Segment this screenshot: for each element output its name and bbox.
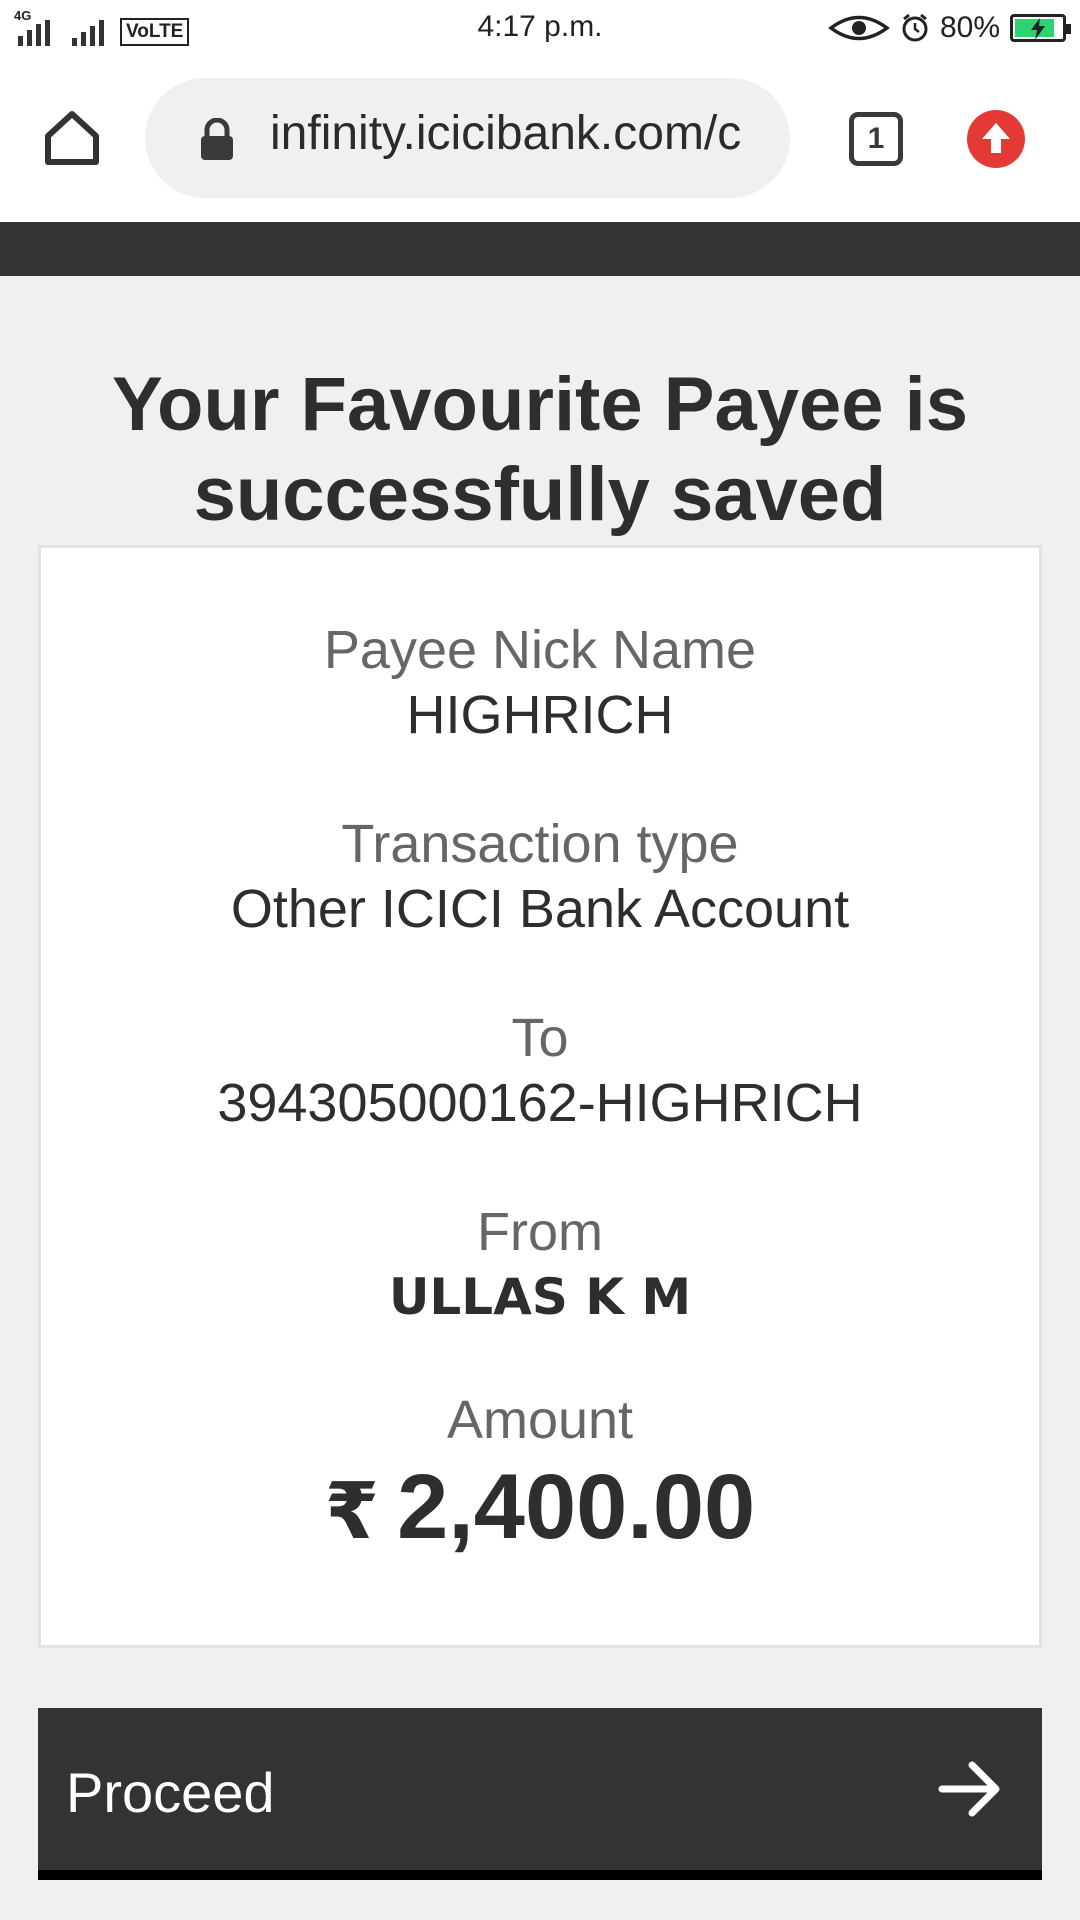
proceed-button[interactable]: Proceed (38, 1708, 1042, 1880)
amount-value: 2,400.00 (397, 1456, 756, 1558)
url-text[interactable]: infinity.icicibank.com/c (270, 106, 775, 161)
from-field: From ULLAS K M (41, 1200, 1039, 1330)
payee-nick-name-field: Payee Nick Name HIGHRICH (41, 618, 1039, 748)
arrow-up-icon (982, 123, 1010, 153)
home-icon[interactable] (40, 106, 104, 170)
payee-nick-name-value: HIGHRICH (406, 685, 674, 745)
payee-nick-name-label: Payee Nick Name (323, 620, 757, 680)
currency-symbol: ₹ (324, 1467, 380, 1555)
tab-count: 1 (867, 122, 885, 155)
to-label: To (511, 1008, 569, 1068)
lock-icon (201, 118, 233, 160)
amount-field: Amount ₹2,400.00 (41, 1388, 1039, 1566)
transaction-type-field: Transaction type Other ICICI Bank Accoun… (41, 812, 1039, 942)
from-value: ULLAS K M (388, 1268, 692, 1326)
tabs-icon[interactable]: 1 (849, 112, 903, 166)
amount-label: Amount (446, 1390, 634, 1450)
from-label: From (477, 1202, 603, 1262)
to-field: To 394305000162-HIGHRICH (41, 1006, 1039, 1136)
proceed-label: Proceed (66, 1761, 275, 1824)
amount-value-row: ₹2,400.00 (41, 1452, 1039, 1566)
transaction-type-label: Transaction type (341, 814, 739, 874)
transaction-type-value: Other ICICI Bank Account (230, 879, 850, 939)
site-header-band (0, 222, 1080, 276)
battery-charging-icon (1010, 14, 1071, 42)
browser-toolbar: infinity.icicibank.com/c 1 (0, 56, 1080, 222)
status-bar: 4G VoLTE 4:17 p.m. 80% (0, 0, 1080, 56)
status-right: 80% (828, 10, 1071, 46)
alarm-icon (902, 13, 928, 42)
payee-details-card: Payee Nick Name HIGHRICH Transaction typ… (38, 545, 1042, 1648)
update-icon[interactable] (967, 110, 1025, 168)
arrow-right-icon (938, 1761, 1000, 1817)
eye-icon (828, 15, 890, 41)
to-value: 394305000162-HIGHRICH (217, 1073, 863, 1133)
battery-percent: 80% (939, 11, 1000, 44)
page-title: Your Favourite Payee is successfully sav… (111, 362, 969, 537)
address-bar[interactable]: infinity.icicibank.com/c (145, 78, 790, 198)
